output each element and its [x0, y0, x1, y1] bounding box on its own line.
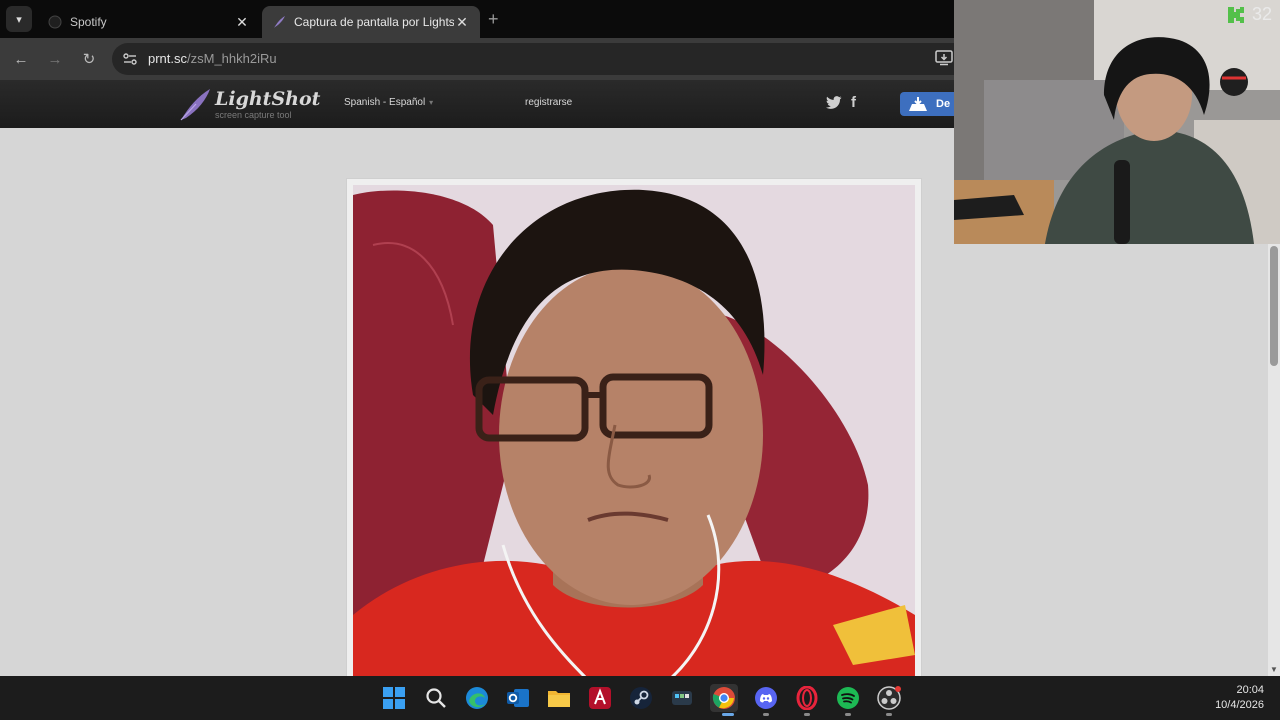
- spotify-icon[interactable]: [834, 684, 862, 712]
- lightshot-logo-text: LightShot: [215, 88, 321, 110]
- discord-icon[interactable]: [752, 684, 780, 712]
- new-tab-button[interactable]: +: [488, 9, 499, 30]
- url-text: prnt.sc/zsM_hhkh2iRu: [148, 51, 277, 66]
- viewer-count: 32: [1252, 4, 1273, 24]
- forward-arrow-icon[interactable]: →: [44, 48, 66, 70]
- chrome-active-indicator: [722, 713, 734, 716]
- spotify-tab-icon: [48, 15, 62, 29]
- scrollbar-thumb[interactable]: [1270, 246, 1278, 366]
- tab-lightshot[interactable]: Captura de pantalla por Lightsh ✕: [262, 6, 480, 38]
- chevron-down-icon: ▾: [429, 98, 434, 107]
- clock-time: 20:04: [1236, 684, 1264, 696]
- obs-icon[interactable]: [875, 684, 903, 712]
- windows-taskbar: 20:04 10/4/2026: [0, 676, 1280, 720]
- adobe-icon[interactable]: [586, 684, 614, 712]
- download-label: De: [936, 98, 951, 110]
- tab-title: Spotify: [70, 15, 107, 29]
- search-icon[interactable]: [422, 684, 450, 712]
- reload-icon[interactable]: ↻: [78, 48, 100, 70]
- twitter-icon[interactable]: [826, 96, 842, 110]
- tab-search-button[interactable]: ▾: [6, 6, 32, 32]
- chrome-icon[interactable]: [710, 684, 738, 712]
- edge-icon[interactable]: [463, 684, 491, 712]
- outlook-icon[interactable]: [504, 684, 532, 712]
- viewer-counter: 32: [1226, 4, 1272, 25]
- screenshot-frame: [346, 178, 922, 688]
- site-settings-icon[interactable]: [122, 51, 138, 67]
- close-tab-icon[interactable]: ✕: [234, 14, 250, 30]
- discord-running-indicator: [763, 713, 769, 716]
- download-icon: [909, 97, 927, 111]
- tab-spotify[interactable]: Spotify ✕: [38, 6, 260, 38]
- steam-icon[interactable]: [627, 684, 655, 712]
- screen: ▾ Spotify ✕ Captura de pantalla por Ligh…: [0, 0, 1280, 720]
- facebook-icon[interactable]: f: [851, 94, 856, 111]
- webcam-overlay: [954, 0, 1280, 244]
- spotify-running-indicator: [845, 713, 851, 716]
- stream-deck-icon[interactable]: [668, 684, 696, 712]
- install-app-icon[interactable]: [935, 50, 953, 66]
- system-clock[interactable]: 20:04 10/4/2026: [1215, 683, 1264, 713]
- opera-running-indicator: [804, 713, 810, 716]
- close-tab-icon[interactable]: ✕: [454, 14, 470, 30]
- kick-viewer-icon: [1228, 6, 1244, 23]
- url-host: prnt.sc: [148, 51, 188, 66]
- windows-start-icon[interactable]: [380, 684, 408, 712]
- url-path: /zsM_hhkh2iRu: [187, 51, 277, 66]
- screenshot-photo: [353, 185, 915, 685]
- scroll-down-arrow-icon[interactable]: ▼: [1270, 666, 1278, 674]
- file-explorer-icon[interactable]: [545, 684, 573, 712]
- lightshot-logo-subtitle: screen capture tool: [215, 110, 292, 120]
- obs-running-indicator: [886, 713, 892, 716]
- clock-date: 10/4/2026: [1215, 699, 1264, 711]
- webcam-feed: [954, 0, 1280, 244]
- address-bar[interactable]: prnt.sc/zsM_hhkh2iRu: [112, 43, 972, 75]
- language-selector[interactable]: Spanish - Español ▾: [344, 97, 433, 108]
- language-label: Spanish - Español: [344, 97, 426, 108]
- screenshot-image[interactable]: [353, 185, 915, 685]
- opera-gx-icon[interactable]: [793, 684, 821, 712]
- tab-title: Captura de pantalla por Lightsh: [294, 15, 454, 29]
- register-link[interactable]: registrarse: [525, 97, 572, 108]
- back-arrow-icon[interactable]: ←: [10, 48, 32, 70]
- lightshot-feather-icon: [272, 15, 286, 29]
